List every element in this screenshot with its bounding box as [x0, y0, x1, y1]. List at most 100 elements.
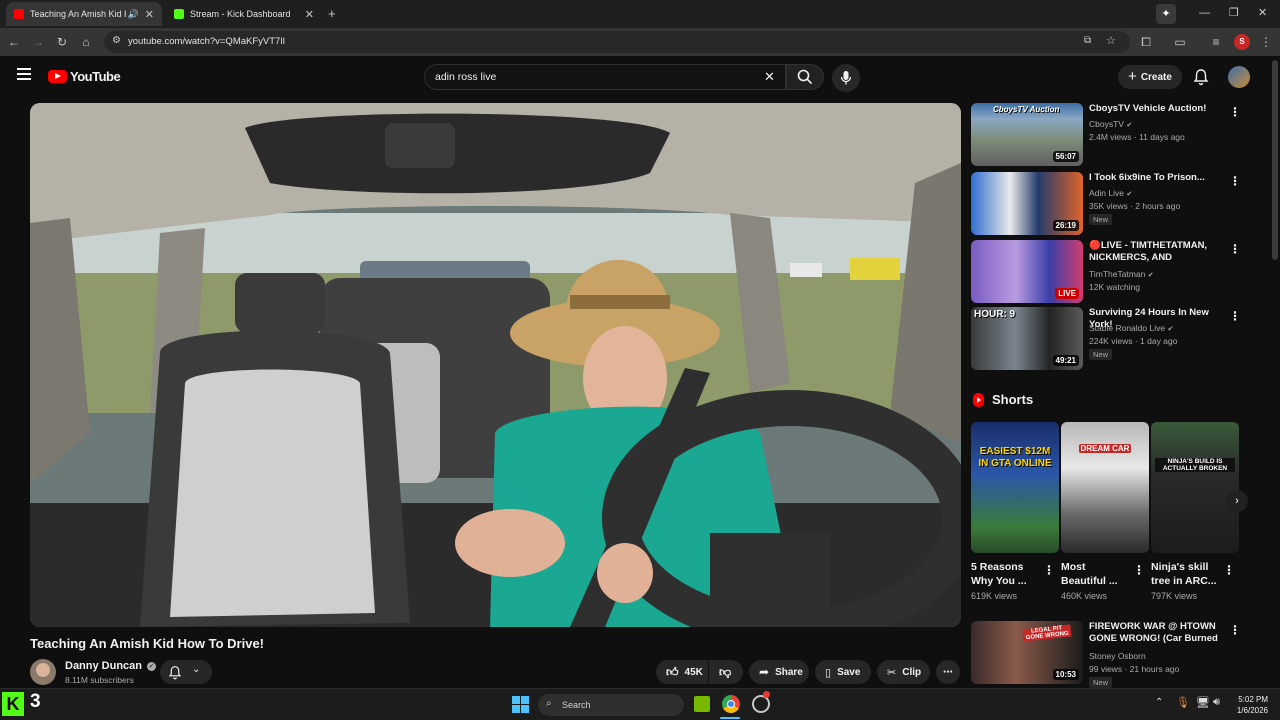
notifications-bell-icon[interactable] [1193, 68, 1209, 89]
taskbar-search[interactable]: ⌕ Search [538, 694, 684, 716]
subscriber-count: 8.11M subscribers [65, 675, 134, 685]
extensions-icon[interactable]: ⧠ [1138, 34, 1154, 50]
volume-icon[interactable]: 🔊︎ [1213, 696, 1220, 709]
shorts-heading: Shorts [992, 392, 1034, 407]
taskbar-search-placeholder: Search [562, 700, 591, 710]
subscription-bell-button[interactable]: ⌄ [160, 660, 212, 684]
recommendation-channel[interactable]: Stoney Osborn [1089, 651, 1146, 661]
more-options-icon[interactable]: ⋮ [1133, 563, 1145, 577]
like-button[interactable]: 👍︎ 45K [656, 660, 708, 684]
reload-icon[interactable]: ↻ [54, 34, 70, 50]
new-badge: New [1089, 349, 1113, 360]
verified-icon: ✔ [1126, 191, 1133, 198]
thumbnail-text: LEGAL PIT GONE WRONG [1022, 624, 1072, 642]
minimize-icon[interactable]: — [1199, 7, 1210, 19]
channel-name[interactable]: Danny Duncan ✓ [65, 660, 157, 672]
address-bar[interactable]: ⚙ youtube.com/watch?v=QMaKFyVT7lI ⧉ ☆ [104, 31, 1130, 53]
forward-icon[interactable]: → [30, 34, 46, 50]
share-button[interactable]: ➦ Share [749, 660, 809, 684]
profile-avatar[interactable]: S [1234, 34, 1250, 50]
close-tab-icon[interactable]: ✕ [305, 8, 314, 21]
site-info-icon[interactable]: ⚙ [112, 35, 121, 46]
video-thumbnail[interactable]: HOUR: 9 49:21 [971, 307, 1083, 370]
nvidia-app-icon[interactable] [694, 696, 710, 712]
more-options-icon[interactable]: ⋮ [1229, 623, 1241, 637]
page-scrollbar[interactable] [1272, 60, 1278, 260]
video-thumbnail[interactable]: LIVE [971, 240, 1083, 303]
home-icon[interactable]: ⌂ [78, 34, 94, 50]
sidepanel-icon[interactable]: ▭ [1172, 34, 1188, 50]
steam-app-icon[interactable] [752, 691, 770, 713]
recommendation-item[interactable]: HOUR: 9 49:21 Surviving 24 Hours In New … [971, 307, 1271, 371]
more-options-icon[interactable]: ⋮ [1223, 563, 1235, 577]
youtube-logo[interactable]: YouTube [48, 69, 121, 84]
back-icon[interactable]: ← [6, 34, 22, 50]
close-window-icon[interactable]: ✕ [1258, 6, 1267, 19]
tab-youtube[interactable]: Teaching An Amish Kid How 🔊 ✕ [6, 2, 162, 26]
short-thumbnail[interactable]: DREAM CAR [1061, 422, 1149, 553]
save-button[interactable]: ▯ Save [815, 660, 871, 684]
recommendation-item[interactable]: LIVE 🔴LIVE - TIMTHETATMAN, NICKMERCS, AN… [971, 240, 1271, 304]
verified-icon: ✔ [1126, 122, 1133, 129]
short-thumbnail[interactable]: EASIEST $12M IN GTA ONLINE [971, 422, 1059, 553]
search-input[interactable]: adin ross live ✕ [424, 64, 786, 90]
browser-menu-icon[interactable]: ⋮ [1258, 34, 1274, 50]
video-player[interactable] [30, 103, 961, 627]
windows-taskbar: K 3 ⌕ Search ⌃ 🎙︎ 🖥︎ 🔊︎ 5:02 PM 1/6/2026 [0, 688, 1280, 720]
speaker-icon[interactable]: 🔊 [128, 9, 139, 20]
shorts-next-arrow-icon[interactable]: › [1226, 490, 1248, 512]
channel-text: Adin Live [1089, 188, 1124, 198]
tab-kick-dashboard[interactable]: Stream - Kick Dashboard ✕ [166, 2, 322, 26]
clock[interactable]: 5:02 PM 1/6/2026 [1232, 694, 1268, 716]
channel-avatar[interactable] [30, 659, 56, 685]
video-thumbnail[interactable]: 26:19 [971, 172, 1083, 235]
sparkle-icon[interactable]: ✦ [1156, 4, 1176, 24]
recommendation-channel[interactable]: TimTheTatman ✔ [1089, 269, 1154, 279]
create-button[interactable]: + Create [1118, 65, 1182, 89]
kick-favicon-icon [174, 9, 184, 19]
recommendation-item[interactable]: 26:19 I Took 6ix9ine To Prison... Adin L… [971, 172, 1271, 236]
system-tray-chevron-icon[interactable]: ⌃ [1155, 697, 1163, 708]
clear-search-icon[interactable]: ✕ [764, 69, 775, 85]
short-thumbnail[interactable]: NINJA'S BUILD IS ACTUALLY BROKEN [1151, 422, 1239, 553]
more-options-icon[interactable]: ⋮ [1043, 563, 1055, 577]
account-avatar[interactable] [1228, 66, 1250, 88]
dislike-button[interactable]: 👎︎ [709, 660, 743, 684]
more-options-icon[interactable]: ⋮ [1229, 174, 1241, 188]
bookmark-star-icon[interactable]: ☆ [1106, 34, 1116, 47]
voice-search-button[interactable] [832, 64, 860, 92]
microphone-tray-icon[interactable]: 🎙︎ [1176, 696, 1190, 709]
kick-app-icon[interactable]: K [2, 692, 24, 716]
restore-icon[interactable]: ❐ [1229, 6, 1239, 19]
youtube-logo-text: YouTube [70, 69, 121, 84]
recommendation-title: I Took 6ix9ine To Prison... [1089, 172, 1205, 183]
short-title[interactable]: 5 Reasons Why You ... [971, 560, 1043, 588]
more-options-icon[interactable]: ⋮ [1229, 309, 1241, 323]
video-frame [30, 103, 961, 627]
recommendation-item[interactable]: LEGAL PIT GONE WRONG 10:53 FIREWORK WAR … [971, 621, 1271, 688]
new-tab-icon[interactable]: + [328, 6, 336, 21]
thumbs-up-icon: 👍︎ [666, 664, 679, 679]
network-icon[interactable]: 🖥︎ [1196, 696, 1210, 709]
windows-start-icon[interactable] [512, 696, 530, 714]
recommendation-item[interactable]: CboysTV Auction 56:07 CboysTV Vehicle Au… [971, 103, 1271, 167]
install-app-icon[interactable]: ⧉ [1084, 35, 1091, 46]
short-title[interactable]: Ninja's skill tree in ARC... [1151, 560, 1223, 588]
recommendation-meta: 12K watching [1089, 282, 1141, 292]
video-thumbnail[interactable]: CboysTV Auction 56:07 [971, 103, 1083, 166]
recommendation-channel[interactable]: Stable Ronaldo Live ✔ [1089, 323, 1173, 333]
chrome-app-icon[interactable] [722, 695, 740, 713]
more-options-icon[interactable]: ⋮ [1229, 105, 1241, 119]
video-thumbnail[interactable]: LEGAL PIT GONE WRONG 10:53 [971, 621, 1083, 684]
media-controls-icon[interactable]: ≡ [1208, 34, 1224, 50]
recommendation-channel[interactable]: Adin Live ✔ [1089, 188, 1132, 198]
search-button[interactable] [786, 64, 824, 90]
more-options-icon[interactable]: ⋮ [1229, 242, 1241, 256]
more-actions-button[interactable]: ⋯ [936, 660, 960, 684]
clip-button[interactable]: ✂ Clip [877, 660, 930, 684]
clip-label: Clip [902, 666, 922, 678]
hamburger-menu-icon[interactable] [17, 68, 31, 80]
short-title[interactable]: Most Beautiful ... [1061, 560, 1133, 588]
close-tab-icon[interactable]: ✕ [145, 8, 154, 21]
recommendation-channel[interactable]: CboysTV ✔ [1089, 119, 1132, 129]
